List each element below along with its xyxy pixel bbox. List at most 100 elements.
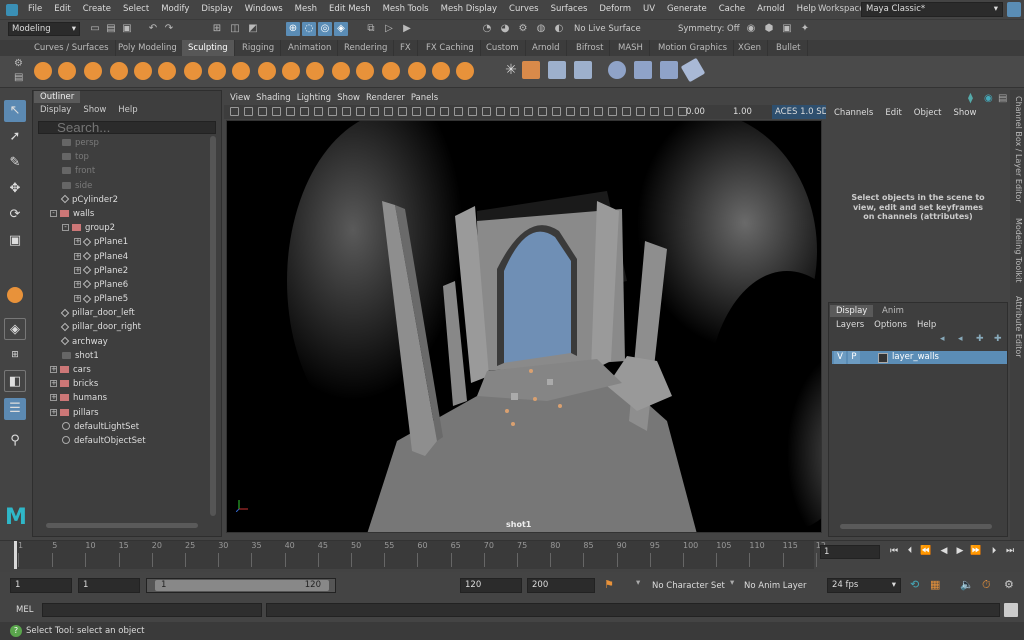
outliner-item-pplane4[interactable]: + pPlane4 [36, 250, 208, 264]
move-layer-up-icon[interactable]: ◂ [940, 334, 945, 344]
select-hierarchy-icon[interactable]: ⊞ [210, 22, 224, 36]
light-icon[interactable]: ✦ [798, 22, 812, 36]
select-tool-icon[interactable]: ↖ [4, 100, 26, 122]
preferences-icon[interactable]: ⚙ [1004, 578, 1014, 591]
tool-settings-toggle-icon[interactable]: ▤ [998, 93, 1007, 104]
shelf-tab-bullet[interactable]: Bullet [770, 40, 808, 56]
viewport-3d[interactable] [226, 120, 822, 533]
flatten-tool-icon[interactable] [158, 62, 176, 80]
menu-uv[interactable]: UV [637, 0, 661, 19]
shelf-menu-tab-icon[interactable]: ▤ [14, 72, 23, 83]
expand-icon[interactable]: + [50, 408, 57, 416]
chevron-down-icon[interactable]: ▾ [730, 578, 734, 588]
viewport-toolbar-icon[interactable] [398, 107, 407, 116]
outliner-item-pcylinder2[interactable]: pCylinder2 [36, 193, 208, 207]
outliner-item-pplane1[interactable]: + pPlane1 [36, 235, 208, 249]
viewport-toolbar-icon[interactable] [552, 107, 561, 116]
sculpt-tool-icon[interactable] [34, 62, 52, 80]
expand-icon[interactable]: + [74, 295, 81, 303]
scale-tool-icon[interactable]: ▣ [4, 230, 26, 252]
layer-tab-anim[interactable]: Anim [876, 305, 910, 317]
shelf-tab-bifrost[interactable]: Bifrost [570, 40, 611, 56]
channel-box-menu-edit[interactable]: Edit [885, 108, 901, 118]
outliner-item-defaultlightset[interactable]: defaultLightSet [36, 420, 208, 434]
sculpt-mask-icon[interactable] [522, 61, 540, 79]
redo-icon[interactable]: ↷ [162, 22, 176, 36]
viewport-toolbar-icon[interactable] [608, 107, 617, 116]
viewport-toolbar-icon[interactable] [566, 107, 575, 116]
shelf-tab-fx[interactable]: FX [394, 40, 418, 56]
viewport-toolbar-icon[interactable] [524, 107, 533, 116]
freeze-tool-icon[interactable] [456, 62, 474, 80]
channel-box-menu-object[interactable]: Object [914, 108, 942, 118]
layer-tab-display[interactable]: Display [830, 305, 874, 317]
input-ops-icon[interactable]: ▷ [382, 22, 396, 36]
outliner-vertical-scrollbar[interactable] [210, 136, 216, 516]
expand-icon[interactable]: + [74, 266, 81, 274]
smooth-tool-icon[interactable] [58, 62, 76, 80]
knife-tool-icon[interactable] [356, 62, 374, 80]
menu-select[interactable]: Select [117, 0, 155, 19]
gamma-value[interactable]: 1.00 [733, 105, 752, 119]
viewport-menu-renderer[interactable]: Renderer [366, 90, 405, 106]
viewport-toolbar-icon[interactable] [272, 107, 281, 116]
viewport-toolbar-icon[interactable] [594, 107, 603, 116]
paint-select-tool-icon[interactable]: ✎ [4, 152, 26, 174]
four-view-layout-icon[interactable]: ⊞ [4, 344, 26, 366]
shelf-tab-fx-caching[interactable]: FX Caching [420, 40, 481, 56]
live-surface-status[interactable]: No Live Surface [574, 19, 641, 39]
open-scene-icon[interactable]: ▤ [104, 22, 118, 36]
smear-tool-icon[interactable] [382, 62, 400, 80]
tab-channel-box-layer-editor[interactable]: Channel Box / Layer Editor [1011, 96, 1023, 203]
outliner-item-top[interactable]: top [36, 150, 208, 164]
menu-mesh-tools[interactable]: Mesh Tools [377, 0, 435, 19]
render-view-icon[interactable]: ◐ [552, 22, 566, 36]
layer-menu-layers[interactable]: Layers [836, 320, 864, 330]
bulge-tool-icon[interactable] [408, 62, 426, 80]
viewport-toolbar-icon[interactable] [342, 107, 351, 116]
expand-icon[interactable]: + [50, 380, 57, 388]
fill-tool-icon[interactable] [332, 62, 350, 80]
sculpt-mode-icon[interactable]: ⬢ [762, 22, 776, 36]
outliner-item-cars[interactable]: + cars [36, 363, 208, 377]
outliner-tab[interactable]: Outliner [34, 91, 81, 103]
viewport-toolbar-icon[interactable] [454, 107, 463, 116]
render-settings-icon[interactable]: ⚙ [516, 22, 530, 36]
key-filter-icon[interactable]: ▦ [930, 578, 940, 591]
viewport-toolbar-icon[interactable] [664, 107, 673, 116]
command-language-toggle[interactable]: MEL [16, 600, 33, 620]
shelf-tab-sculpting[interactable]: Sculpting [182, 40, 235, 56]
viewport-toolbar-icon[interactable] [356, 107, 365, 116]
grab-tool-icon[interactable] [110, 62, 128, 80]
viewport-toolbar-icon[interactable] [244, 107, 253, 116]
character-set-dropdown[interactable]: No Character Set [652, 574, 725, 598]
outliner-item-pillar-door-right[interactable]: pillar_door_right [36, 320, 208, 334]
sculpt-brush-tool-icon[interactable] [4, 284, 26, 306]
menu-mesh[interactable]: Mesh [289, 0, 323, 19]
persp-outliner-layout-icon[interactable]: ◧ [4, 370, 26, 392]
fps-dropdown[interactable]: 24 fps ▾ [827, 578, 901, 593]
menu-mesh-display[interactable]: Mesh Display [435, 0, 503, 19]
viewport-toolbar-icon[interactable] [230, 107, 239, 116]
repeat-tool-icon[interactable] [232, 62, 250, 80]
viewport-toolbar-icon[interactable] [496, 107, 505, 116]
expand-icon[interactable]: + [50, 366, 57, 373]
sculpt-freeze-icon[interactable]: ✳ [502, 61, 520, 79]
collapse-icon[interactable]: - [62, 224, 69, 232]
sculpt-image-icon[interactable] [574, 61, 592, 79]
shelf-tab-arnold[interactable]: Arnold [526, 40, 567, 56]
sculpt-stamp-icon[interactable] [548, 61, 566, 79]
outliner-item-persp[interactable]: persp [36, 136, 208, 150]
soft-select-icon[interactable]: ◉ [744, 22, 758, 36]
step-back-frame-icon[interactable]: ⏴ [904, 545, 916, 558]
auto-key-icon[interactable]: ⚑ [604, 578, 614, 591]
outliner-item-pplane2[interactable]: + pPlane2 [36, 264, 208, 278]
sculpt-blend-icon[interactable] [608, 61, 626, 79]
camera-icon[interactable]: ▣ [780, 22, 794, 36]
sculpt-texture-icon[interactable] [660, 61, 678, 79]
hypershade-icon[interactable]: ◍ [534, 22, 548, 36]
construction-history-icon[interactable]: ⧉ [364, 22, 378, 36]
outliner-menu-help[interactable]: Help [118, 105, 137, 115]
color-space-value[interactable]: ACES 1.0 SD [772, 105, 832, 119]
snap-curve-icon[interactable]: ◌ [302, 22, 316, 36]
